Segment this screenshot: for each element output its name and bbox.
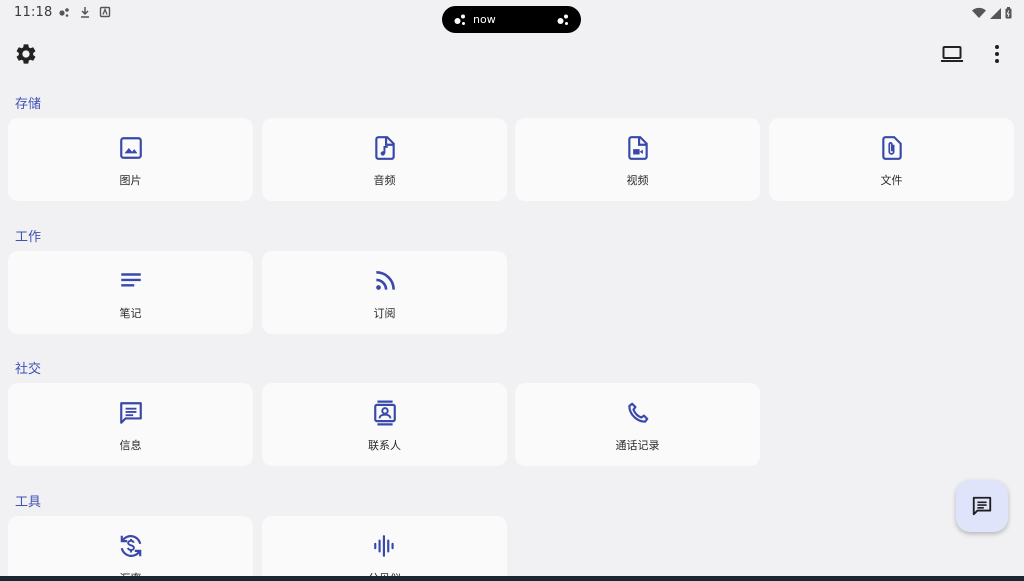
notification-dots-icon: [557, 14, 568, 25]
contacts-icon: [373, 400, 396, 426]
sound-wave-icon: [373, 535, 394, 557]
chat-icon: [972, 496, 992, 516]
phone-icon: [627, 402, 648, 423]
card-decibel-meter[interactable]: 分贝仪: [262, 516, 507, 581]
card-label: 笔记: [119, 307, 142, 320]
card-label: 文件: [880, 174, 903, 187]
battery-icon: [1005, 7, 1012, 19]
card-label: 订阅: [373, 307, 396, 320]
settings-icon[interactable]: [14, 42, 38, 66]
section-title-storage: 存储: [15, 97, 42, 112]
message-icon: [119, 402, 142, 424]
chat-fab-button[interactable]: [956, 480, 1008, 532]
card-label: 联系人: [368, 439, 401, 452]
status-time: 11:18: [14, 5, 53, 20]
laptop-icon[interactable]: [940, 42, 964, 66]
notification-pill-text: now: [473, 13, 496, 26]
signal-icon: [990, 7, 1001, 19]
wifi-icon: [972, 7, 986, 18]
app-badge-icon: [99, 6, 111, 18]
notification-dots-icon: [454, 14, 465, 25]
section-title-tools: 工具: [15, 495, 42, 510]
audio-file-icon: [374, 136, 395, 160]
card-messages[interactable]: 信息: [8, 383, 253, 466]
status-right-group: [972, 6, 1012, 20]
notes-icon: [120, 273, 141, 287]
rss-icon: [375, 271, 395, 290]
card-exchange-rate[interactable]: 汇率: [8, 516, 253, 581]
section-title-work: 工作: [15, 230, 42, 245]
card-video[interactable]: 视频: [515, 118, 760, 201]
download-icon: [81, 7, 89, 18]
card-label: 图片: [119, 174, 142, 187]
currency-exchange-icon: [120, 535, 141, 557]
card-label: 通话记录: [615, 439, 660, 452]
card-files[interactable]: 文件: [769, 118, 1014, 201]
card-subscriptions[interactable]: 订阅: [262, 251, 507, 334]
card-label: 信息: [119, 439, 142, 452]
card-label: 视频: [626, 174, 649, 187]
screen: 11:18 now 存储 图片 音频 视频 文件 工作 笔记 订阅 社交 信息 …: [0, 0, 1024, 581]
card-label: 音频: [373, 174, 396, 187]
card-images[interactable]: 图片: [8, 118, 253, 201]
image-icon: [119, 137, 142, 159]
card-call-log[interactable]: 通话记录: [515, 383, 760, 466]
section-title-social: 社交: [15, 362, 42, 377]
notification-pill[interactable]: now: [442, 6, 581, 33]
card-audio[interactable]: 音频: [262, 118, 507, 201]
notification-dots-icon: [59, 8, 69, 17]
attachment-file-icon: [881, 136, 902, 160]
video-file-icon: [627, 136, 648, 160]
card-notes[interactable]: 笔记: [8, 251, 253, 334]
card-contacts[interactable]: 联系人: [262, 383, 507, 466]
navigation-bar: [0, 576, 1024, 581]
more-vert-icon[interactable]: [985, 42, 1009, 66]
